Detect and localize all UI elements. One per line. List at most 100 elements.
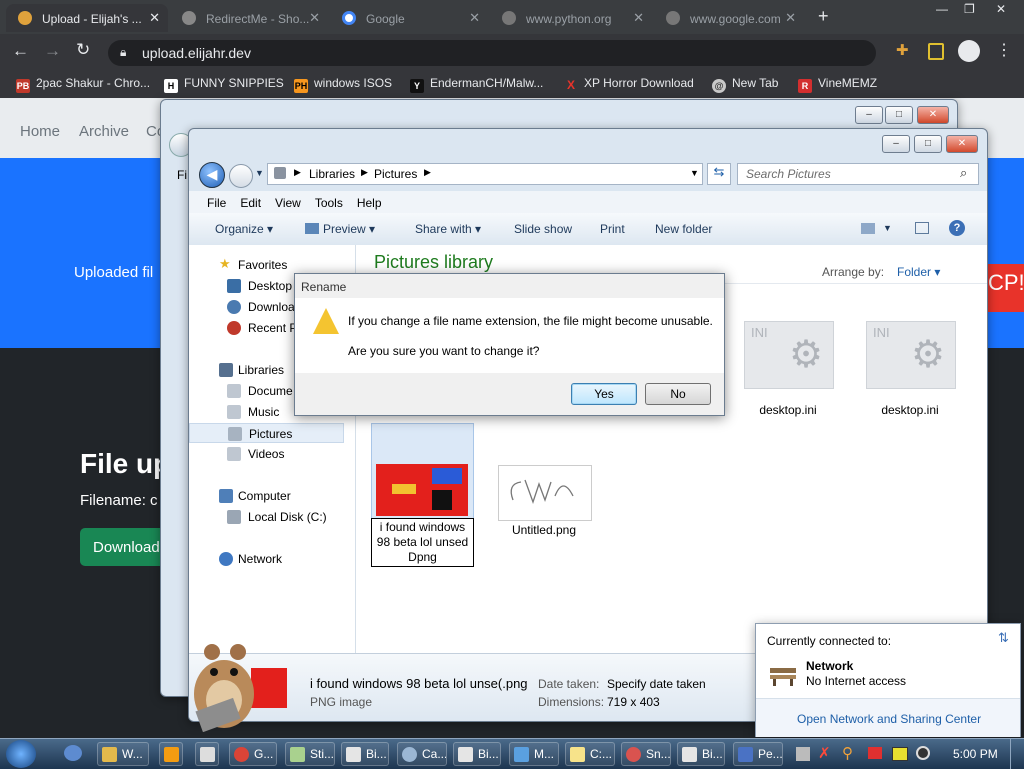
menu-tools[interactable]: Tools — [315, 196, 343, 210]
bookmark-windows-isos[interactable]: PH windows ISOS — [294, 76, 392, 93]
taskbar-item-bi-1[interactable]: Bi... — [341, 742, 389, 766]
menu-help[interactable]: Help — [357, 196, 382, 210]
close-window-icon[interactable]: ✕ — [946, 135, 978, 153]
new-tab-button[interactable]: + — [818, 6, 829, 27]
close-tab-icon[interactable]: ✕ — [149, 10, 160, 26]
search-icon[interactable]: ⌕ — [960, 165, 967, 181]
minimize-icon[interactable]: – — [882, 135, 910, 153]
browser-menu-icon[interactable]: ⋮ — [996, 40, 1012, 60]
show-desktop-button[interactable] — [1010, 739, 1024, 769]
open-network-center-link[interactable]: Open Network and Sharing Center — [797, 712, 981, 726]
back-arrow-icon[interactable]: ← — [12, 41, 29, 61]
address-bar[interactable]: 🔒︎ upload.elijahr.dev — [108, 40, 876, 66]
close-tab-icon[interactable]: ✕ — [785, 10, 796, 26]
nav-home-link[interactable]: Home — [20, 123, 60, 140]
address-breadcrumb[interactable]: ▶ Libraries ▶ Pictures ▶ ▼ — [267, 163, 703, 185]
restore-icon[interactable]: ❐ — [964, 2, 975, 16]
tray-search-icon[interactable]: ⚲ — [842, 744, 853, 762]
bookmark-funny-snippies[interactable]: H FUNNY SNIPPIES — [164, 76, 284, 93]
nav-archive-link[interactable]: Archive — [79, 123, 129, 140]
forward-arrow-icon[interactable]: → — [44, 41, 61, 61]
nav-local-disk[interactable]: Local Disk (C:) — [189, 507, 344, 527]
nav-pictures[interactable]: Pictures — [189, 423, 344, 443]
taskbar-item-bi-3[interactable]: Bi... — [677, 742, 725, 766]
share-with-button[interactable]: Share with ▾ — [415, 222, 481, 236]
reload-icon[interactable]: ↻ — [76, 40, 90, 60]
tab-redirectme[interactable]: RedirectMe - Sho... ✕ — [170, 4, 328, 32]
change-view-icon[interactable] — [861, 223, 875, 234]
taskbar-item-bi-2[interactable]: Bi... — [453, 742, 501, 766]
taskbar-item-sn[interactable]: Sn... — [621, 742, 671, 766]
nav-computer[interactable]: Computer — [189, 486, 344, 506]
slide-show-button[interactable]: Slide show — [514, 222, 572, 236]
preview-button[interactable]: Preview ▾ — [305, 222, 375, 236]
bookmark-endermanch[interactable]: Y EndermanCH/Malw... — [410, 76, 543, 93]
file-item-desktop-ini-1[interactable]: INI ⚙ desktop.ini — [728, 305, 848, 417]
bookmark-xp-horror[interactable]: X XP Horror Download — [564, 76, 694, 92]
print-button[interactable]: Print — [600, 222, 625, 236]
taskbar-item-sticky[interactable]: Sti... — [285, 742, 335, 766]
breadcrumb-pictures[interactable]: Pictures — [374, 167, 417, 181]
profile-avatar-icon[interactable] — [958, 40, 980, 62]
close-window-icon[interactable]: ✕ — [917, 106, 949, 124]
menu-file[interactable]: File — [207, 196, 226, 210]
rename-edit-box[interactable]: i found windows 98 beta lol unsed Dpng — [371, 518, 474, 567]
maximize-icon[interactable]: □ — [914, 135, 942, 153]
tray-tools-icon[interactable]: ✗ — [818, 744, 831, 762]
tab-google-com[interactable]: www.google.com ✕ — [654, 4, 804, 32]
minimize-icon[interactable]: — — [936, 2, 948, 16]
tab-python[interactable]: www.python.org ✕ — [490, 4, 652, 32]
bookmark-new-tab[interactable]: @ New Tab — [712, 76, 778, 93]
taskbar-item-calc[interactable] — [195, 742, 219, 766]
preview-pane-icon[interactable] — [915, 222, 929, 234]
chevron-down-icon[interactable]: ▼ — [690, 168, 699, 178]
menu-view[interactable]: View — [275, 196, 301, 210]
nav-videos[interactable]: Videos — [189, 444, 344, 464]
close-window-icon[interactable]: ✕ — [996, 2, 1006, 16]
close-tab-icon[interactable]: ✕ — [633, 10, 644, 26]
network-warning-icon[interactable] — [892, 747, 908, 761]
taskbar-item-m[interactable]: M... — [509, 742, 559, 766]
arrange-by-dropdown[interactable]: Folder ▾ — [897, 265, 940, 279]
refresh-network-icon[interactable]: ⇅ — [998, 630, 1009, 646]
tray-app-icon[interactable] — [796, 747, 810, 761]
taskbar-item-ca[interactable]: Ca... — [397, 742, 447, 766]
new-folder-button[interactable]: New folder — [655, 222, 712, 236]
recent-pages-chevron-icon[interactable]: ▼ — [255, 168, 264, 178]
close-tab-icon[interactable]: ✕ — [309, 10, 320, 26]
ie-taskbar-icon[interactable] — [64, 745, 82, 761]
menu-edit[interactable]: Edit — [240, 196, 261, 210]
file-name-untitled[interactable]: Untitled.png — [486, 523, 602, 537]
bookmark-2pac[interactable]: PB 2pac Shakur - Chro... — [16, 76, 150, 93]
no-button[interactable]: No — [645, 383, 711, 405]
taskbar-item-media[interactable] — [159, 742, 183, 766]
volume-icon[interactable] — [916, 746, 930, 760]
nav-favorites[interactable]: ★ Favorites — [189, 255, 344, 275]
file-item-desktop-ini-2[interactable]: INI ⚙ desktop.ini — [850, 305, 970, 417]
forward-arrow-icon[interactable] — [229, 164, 253, 188]
tab-upload[interactable]: Upload - Elijah's ... ✕ — [6, 4, 168, 32]
search-box[interactable]: Search Pictures ⌕ — [737, 163, 979, 185]
download-button[interactable]: Download — [80, 528, 170, 566]
chevron-down-icon[interactable]: ▼ — [883, 223, 892, 233]
sidebar-panel-icon[interactable] — [928, 43, 944, 60]
close-tab-icon[interactable]: ✕ — [469, 10, 480, 26]
minimize-icon[interactable]: – — [855, 106, 883, 124]
yes-button[interactable]: Yes — [571, 383, 637, 405]
organize-button[interactable]: Organize ▾ — [215, 222, 273, 236]
start-orb-icon[interactable] — [6, 740, 36, 768]
extensions-puzzle-icon[interactable]: ✚ — [896, 41, 909, 59]
tray-flag-icon[interactable] — [868, 747, 882, 759]
date-taken-value[interactable]: Specify date taken — [607, 677, 706, 691]
taskbar-item-cmd[interactable]: C:... — [565, 742, 615, 766]
back-arrow-icon[interactable]: ◀ — [199, 162, 225, 188]
breadcrumb-libraries[interactable]: Libraries — [309, 167, 355, 181]
taskbar-item-paint[interactable]: Pe... — [733, 742, 783, 766]
taskbar-item-chrome[interactable]: G... — [229, 742, 277, 766]
bookmark-vinememz[interactable]: R VineMEMZ — [798, 76, 877, 93]
refresh-icon[interactable]: ⇆ — [707, 163, 731, 185]
nav-network[interactable]: Network — [189, 549, 344, 569]
clock[interactable]: 5:00 PM — [953, 747, 998, 761]
maximize-icon[interactable]: □ — [885, 106, 913, 124]
taskbar-item-1[interactable]: W... — [97, 742, 149, 766]
